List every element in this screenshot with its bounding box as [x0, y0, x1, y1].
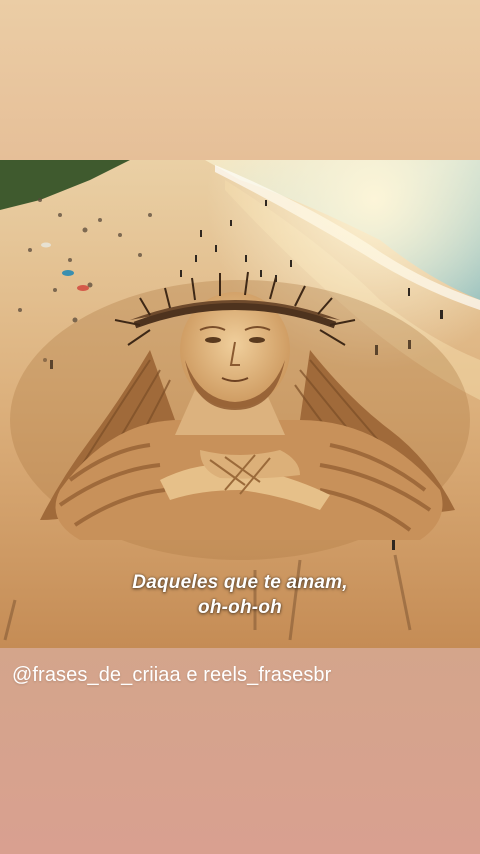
caption-line-2: oh-oh-oh	[198, 597, 282, 618]
story-top-background	[0, 0, 480, 160]
mention-text[interactable]: @frases_de_criiaa e reels_frasesbr	[12, 664, 331, 687]
story-photo: Daqueles que te amam, oh-oh-oh	[0, 160, 480, 648]
caption-line-1: Daqueles que te amam,	[132, 572, 348, 593]
